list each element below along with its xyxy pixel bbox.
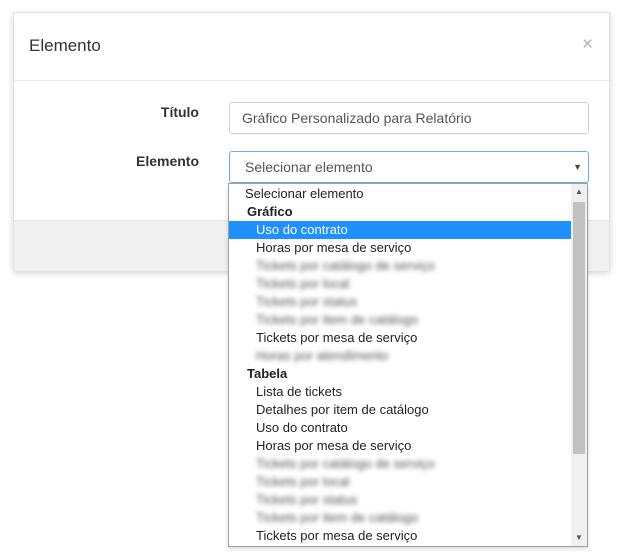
dropdown-option[interactable]: Tickets por mesa de serviço: [229, 527, 571, 545]
element-dropdown-list[interactable]: Selecionar elemento Gráfico Uso do contrat…: [228, 183, 588, 547]
close-icon[interactable]: ×: [582, 35, 593, 55]
option-label: Tickets por catálogo de serviço: [256, 456, 435, 471]
dropdown-option[interactable]: Tickets por mesa de serviço: [229, 329, 571, 347]
option-label: Tickets por local: [256, 276, 350, 291]
option-label: Horas por mesa de serviço: [256, 240, 412, 255]
title-input[interactable]: [229, 102, 589, 134]
option-label: Horas por atendimento: [256, 348, 389, 363]
option-label: Uso do contrato: [256, 420, 348, 435]
option-label: Tickets por item de catálogo: [256, 312, 419, 327]
element-select-value: Selecionar elemento: [245, 159, 373, 175]
option-label: Tickets por status: [256, 492, 358, 507]
option-label: Tickets por item de catálogo: [256, 510, 419, 525]
option-label: Tickets por mesa de serviço: [256, 330, 418, 345]
option-group-label: Tabela: [229, 365, 571, 383]
option-label: Tickets por mesa de serviço: [256, 528, 418, 543]
dropdown-option[interactable]: Detalhes por item de catálogo: [229, 401, 571, 419]
dropdown-option[interactable]: Uso do contrato: [229, 419, 571, 437]
dropdown-scrollbar[interactable]: ▲ ▼: [571, 184, 587, 546]
option-label: Tickets por catálogo de serviço: [256, 258, 435, 273]
dropdown-option[interactable]: Tickets por local: [229, 473, 571, 491]
modal-title: Elemento: [29, 36, 101, 55]
option-label: Detalhes por item de catálogo: [256, 402, 429, 417]
dropdown-option[interactable]: Tickets por catálogo de serviço: [229, 257, 571, 275]
option-label: Tickets por status: [256, 294, 358, 309]
option-label: Lista de tickets: [256, 384, 342, 399]
option-group-label: Gráfico: [229, 203, 571, 221]
dropdown-option[interactable]: Tickets por item de catálogo: [229, 509, 571, 527]
option-label: Selecionar elemento: [245, 186, 364, 201]
dropdown-option[interactable]: Uso do contrato: [229, 221, 571, 239]
dropdown-option[interactable]: Lista de tickets: [229, 383, 571, 401]
dropdown-option[interactable]: Horas por mesa de serviço: [229, 437, 571, 455]
dropdown-option[interactable]: Horas por mesa de serviço: [229, 239, 571, 257]
element-label: Elemento: [135, 153, 199, 169]
dropdown-option[interactable]: Tickets por local: [229, 275, 571, 293]
scrollbar-thumb[interactable]: [573, 202, 585, 454]
modal-header: Elemento ×: [14, 13, 609, 81]
dropdown-option[interactable]: Tickets por catálogo de serviço: [229, 455, 571, 473]
element-select[interactable]: Selecionar elemento ▼: [229, 151, 589, 183]
chevron-down-icon: ▼: [573, 162, 582, 172]
scroll-up-icon[interactable]: ▲: [571, 184, 587, 200]
option-label: Tabela: [247, 366, 288, 381]
title-label: Título: [160, 104, 199, 120]
option-label: Gráfico: [247, 204, 293, 219]
option-label: Tickets por local: [256, 474, 350, 489]
option-label: Uso do contrato: [256, 222, 348, 237]
option-label: Horas por mesa de serviço: [256, 438, 412, 453]
option-placeholder[interactable]: Selecionar elemento: [229, 185, 571, 203]
scroll-down-icon[interactable]: ▼: [571, 530, 587, 546]
dropdown-option[interactable]: Tickets por status: [229, 491, 571, 509]
dropdown-option[interactable]: Tickets por status: [229, 293, 571, 311]
dropdown-option[interactable]: Tickets por item de catálogo: [229, 311, 571, 329]
dropdown-option[interactable]: Horas por atendimento: [229, 347, 571, 365]
